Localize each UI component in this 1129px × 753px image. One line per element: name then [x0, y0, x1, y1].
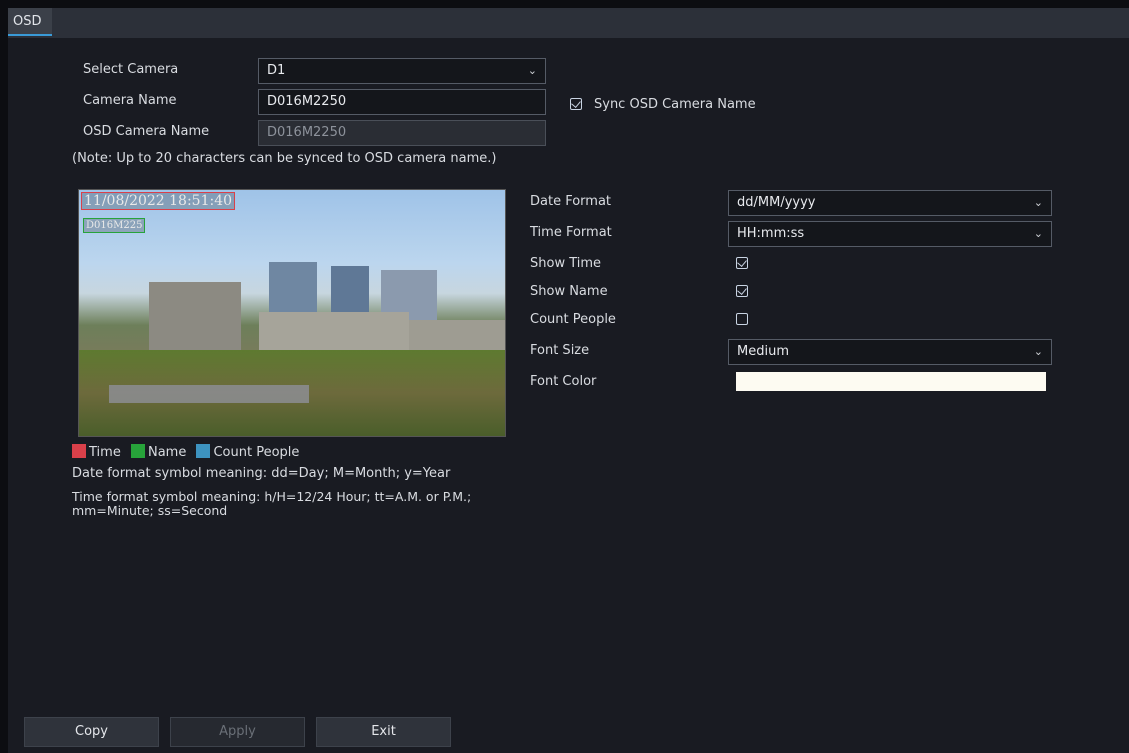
- sync-osd-label: Sync OSD Camera Name: [594, 97, 756, 112]
- select-camera-dropdown[interactable]: D1 ⌄: [258, 58, 546, 84]
- time-format-value: HH:mm:ss: [737, 226, 805, 241]
- legend-time: Time: [89, 445, 121, 460]
- font-color-picker[interactable]: [736, 372, 1046, 391]
- select-camera-value: D1: [267, 63, 286, 78]
- apply-button: Apply: [170, 717, 305, 747]
- select-camera-label: Select Camera: [83, 62, 179, 77]
- show-name-checkbox-icon[interactable]: [736, 285, 748, 297]
- show-time-checkbox-icon[interactable]: [736, 257, 748, 269]
- tab-bar: OSD: [8, 8, 1129, 38]
- show-time-label: Show Time: [530, 256, 602, 271]
- camera-preview: 11/08/2022 18:51:40 D016M225: [78, 189, 506, 437]
- tab-osd[interactable]: OSD: [8, 8, 52, 36]
- time-format-dropdown[interactable]: HH:mm:ss ⌄: [728, 221, 1052, 247]
- legend-count: Count People: [213, 445, 300, 460]
- chevron-down-icon: ⌄: [1033, 196, 1043, 209]
- font-size-dropdown[interactable]: Medium ⌄: [728, 339, 1052, 365]
- sync-osd-checkbox-icon[interactable]: [570, 98, 582, 110]
- date-format-value: dd/MM/yyyy: [737, 195, 816, 210]
- chevron-down-icon: ⌄: [1033, 345, 1043, 358]
- font-color-label: Font Color: [530, 374, 597, 389]
- count-color-swatch: [196, 444, 211, 458]
- exit-button[interactable]: Exit: [316, 717, 451, 747]
- chevron-down-icon: ⌄: [1033, 227, 1043, 240]
- osd-camera-name-label: OSD Camera Name: [83, 124, 210, 139]
- font-size-label: Font Size: [530, 343, 590, 358]
- count-people-label: Count People: [530, 312, 616, 327]
- camera-name-input[interactable]: D016M2250: [258, 89, 546, 115]
- time-color-swatch: [72, 444, 86, 458]
- copy-button[interactable]: Copy: [24, 717, 159, 747]
- camera-name-label: Camera Name: [83, 93, 177, 108]
- time-format-help-line2: mm=Minute; ss=Second: [72, 503, 228, 518]
- date-format-label: Date Format: [530, 194, 612, 209]
- time-format-help: Time format symbol meaning: h/H=12/24 Ho…: [72, 490, 471, 518]
- time-format-help-line1: Time format symbol meaning: h/H=12/24 Ho…: [72, 489, 472, 504]
- time-format-label: Time Format: [530, 225, 612, 240]
- osd-name-overlay: D016M225: [83, 218, 146, 233]
- date-format-help: Date format symbol meaning: dd=Day; M=Mo…: [72, 466, 451, 481]
- font-size-value: Medium: [737, 344, 789, 359]
- name-color-swatch: [130, 444, 145, 458]
- date-format-dropdown[interactable]: dd/MM/yyyy ⌄: [728, 190, 1052, 216]
- osd-time-overlay: 11/08/2022 18:51:40: [81, 192, 236, 210]
- sync-note: (Note: Up to 20 characters can be synced…: [72, 151, 497, 166]
- show-name-label: Show Name: [530, 284, 608, 299]
- count-people-checkbox-icon[interactable]: [736, 313, 748, 325]
- osd-legend: Time Name Count People: [72, 444, 299, 460]
- legend-name: Name: [147, 445, 187, 460]
- chevron-down-icon: ⌄: [527, 64, 537, 77]
- osd-camera-name-input: D016M2250: [258, 120, 546, 146]
